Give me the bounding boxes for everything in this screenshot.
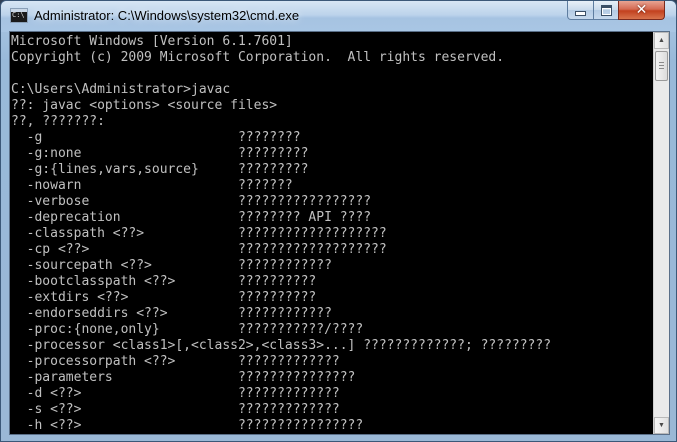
scroll-thumb[interactable] — [655, 51, 668, 81]
console-line: -endorseddirs <??> ???????????? — [11, 306, 332, 321]
console-area[interactable]: Microsoft Windows [Version 6.1.7601] Copy… — [9, 31, 670, 435]
console-line: -cp <??> ??????????????????? — [11, 242, 387, 257]
console-line: -bootclasspath <??> ?????????? — [11, 274, 317, 289]
maximize-button[interactable] — [593, 1, 619, 20]
console-line: -processor <class1>[,<class2>,<class3>..… — [11, 338, 552, 353]
scroll-up-button[interactable]: ▲ — [654, 32, 669, 49]
console-line: -nowarn ??????? — [11, 178, 293, 193]
minimize-button[interactable] — [567, 1, 594, 20]
console-line: -classpath <??> ??????????????????? — [11, 226, 387, 241]
cmd-window: C:\ Administrator: C:\Windows\system32\c… — [0, 0, 677, 442]
console-line: -extdirs <??> ?????????? — [11, 290, 317, 305]
console-line: -sourcepath <??> ???????????? — [11, 258, 332, 273]
scroll-up-arrow-icon: ▲ — [658, 37, 665, 44]
console-line: C:\Users\Administrator>javac — [11, 82, 231, 97]
console-line: -proc:{none,only} ???????????/???? — [11, 322, 364, 337]
console-line: ??, ???????: — [11, 114, 105, 129]
close-button[interactable]: ✕ — [618, 1, 665, 20]
console-line: -d <??> ????????????? — [11, 386, 340, 401]
console-line: -deprecation ???????? API ???? — [11, 210, 372, 225]
close-icon: ✕ — [635, 1, 648, 18]
console-line: -g:{lines,vars,source} ????????? — [11, 162, 309, 177]
console-line: ??: javac <options> <source files> — [11, 98, 278, 113]
maximize-icon — [600, 4, 612, 16]
console-line: -parameters ??????????????? — [11, 370, 356, 385]
title-bar[interactable]: C:\ Administrator: C:\Windows\system32\c… — [1, 1, 676, 32]
console-line: -g:none ????????? — [11, 146, 309, 161]
vertical-scrollbar[interactable]: ▲ ▼ — [653, 32, 669, 434]
console-line: Microsoft Windows [Version 6.1.7601] — [11, 34, 293, 49]
console-line: Copyright (c) 2009 Microsoft Corporation… — [11, 50, 505, 65]
window-title: Administrator: C:\Windows\system32\cmd.e… — [34, 8, 300, 23]
console-line: -g ???????? — [11, 130, 301, 145]
cmd-app-icon[interactable]: C:\ — [10, 8, 28, 23]
scroll-down-button[interactable]: ▼ — [654, 417, 669, 434]
console-output[interactable]: Microsoft Windows [Version 6.1.7601] Copy… — [11, 34, 654, 434]
scroll-down-arrow-icon: ▼ — [658, 422, 665, 429]
console-line: -verbose ????????????????? — [11, 194, 372, 209]
console-line: -processorpath <??> ????????????? — [11, 354, 340, 369]
console-line: -h <??> ???????????????? — [11, 418, 364, 433]
console-line: -s <??> ????????????? — [11, 402, 340, 417]
minimize-icon — [575, 10, 586, 16]
